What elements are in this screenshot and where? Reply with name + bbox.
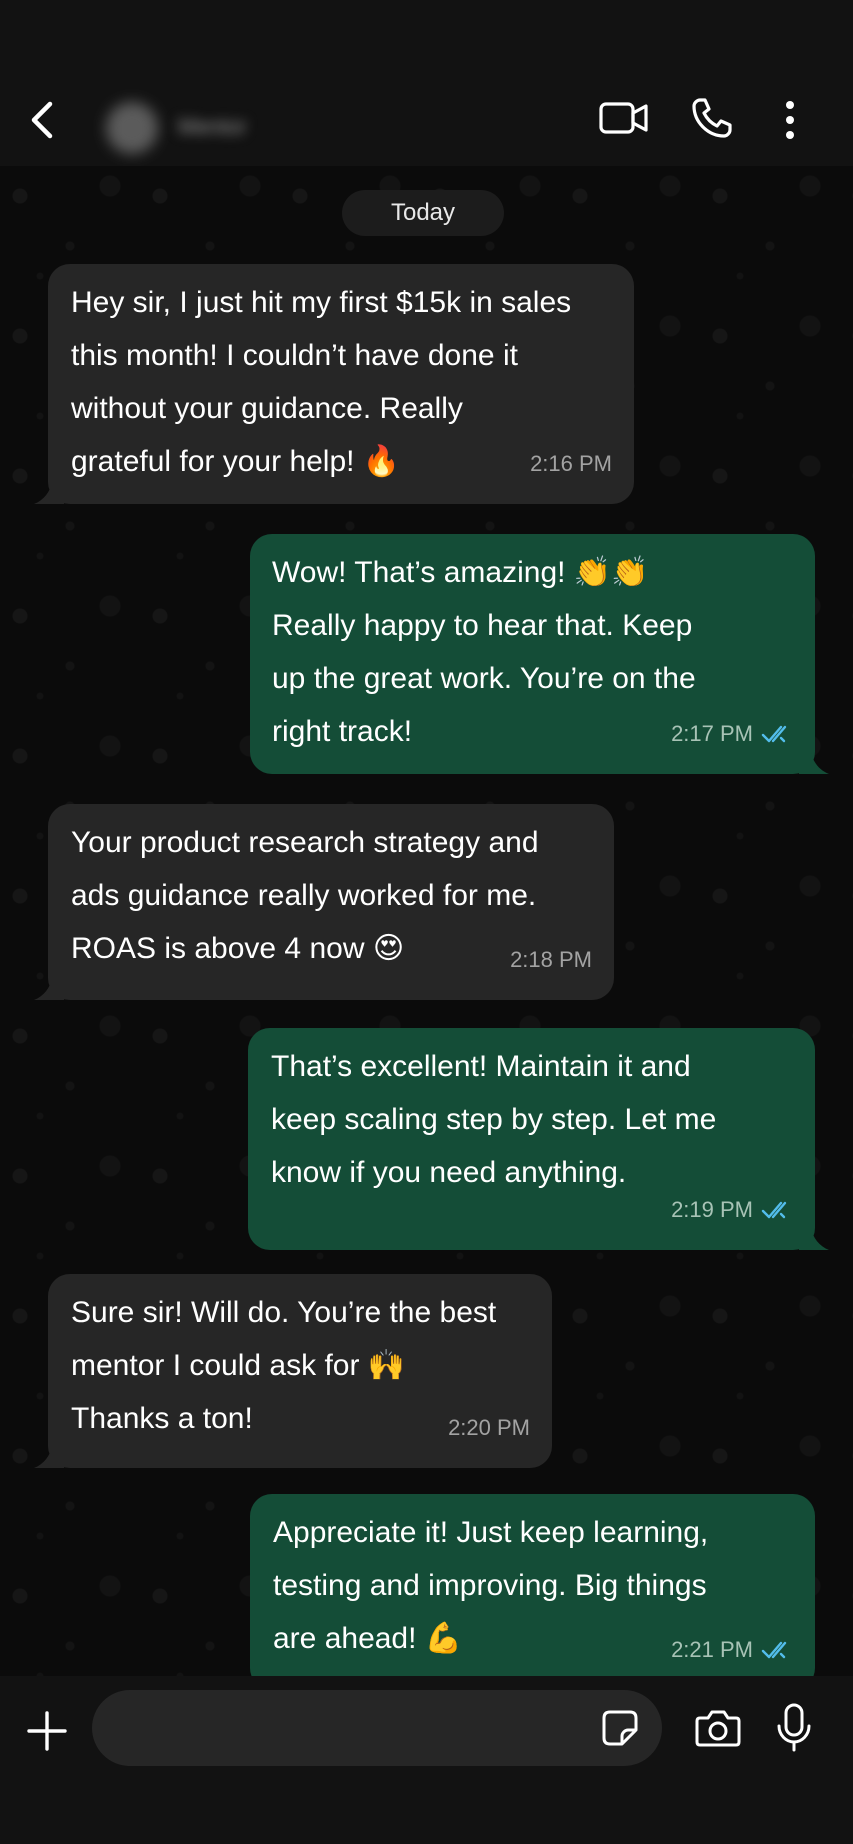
bubble-tail xyxy=(799,752,829,774)
video-camera-icon xyxy=(599,102,648,134)
message-bubble-incoming[interactable]: Sure sir! Will do. You’re the best mento… xyxy=(34,1274,552,1468)
chevron-left-icon xyxy=(31,101,53,139)
date-separator: Today xyxy=(342,190,504,236)
microphone-icon xyxy=(777,1703,811,1752)
raising-hands-emoji: 🙌 xyxy=(367,1348,406,1383)
bubble-tail xyxy=(799,1668,814,1676)
message-text: That’s excellent! Maintain it and keep s… xyxy=(271,1050,717,1189)
message-time: 2:20 PM xyxy=(448,1415,530,1440)
message-text-line: Wow! That’s amazing! xyxy=(272,556,574,589)
message-meta: 2:17 PM xyxy=(671,707,793,760)
message-meta: 2:21 PM xyxy=(671,1623,793,1676)
chat-header: Mentor xyxy=(0,0,853,166)
camera-icon xyxy=(695,1710,741,1747)
message-text: Hey sir, I just hit my first $15k in sal… xyxy=(71,286,572,478)
message-meta: 2:20 PM xyxy=(448,1401,530,1454)
more-vertical-icon xyxy=(786,101,794,139)
sticker-button[interactable] xyxy=(600,1708,640,1748)
message-text-line: Appreciate it! Just keep learning, xyxy=(273,1516,709,1549)
message-bubble-incoming[interactable]: Your product research strategy and ads g… xyxy=(34,804,614,1000)
message-bubble-outgoing[interactable]: Wow! That’s amazing! 👏👏 Really happy to … xyxy=(250,534,829,774)
bubble-tail xyxy=(34,482,64,504)
bubble-tail xyxy=(34,978,64,1000)
message-composer xyxy=(0,1676,853,1844)
message-bubble-outgoing[interactable]: Appreciate it! Just keep learning, testi… xyxy=(250,1494,815,1676)
read-receipt-icon xyxy=(761,1201,787,1218)
message-bubble-outgoing[interactable]: That’s excellent! Maintain it and keep s… xyxy=(248,1028,829,1250)
message-meta: 2:16 PM xyxy=(530,437,612,490)
clapping-hands-emoji: 👏👏 xyxy=(573,555,649,590)
heart-eyes-emoji: 😍 xyxy=(372,931,405,966)
voice-message-button[interactable] xyxy=(774,1702,814,1754)
bubble-tail xyxy=(34,1446,64,1468)
message-meta: 2:19 PM xyxy=(671,1183,793,1236)
contact-info[interactable]: Mentor xyxy=(100,96,320,156)
message-bubble-incoming[interactable]: Hey sir, I just hit my first $15k in sal… xyxy=(34,264,634,504)
message-text-line: mentor I could ask for xyxy=(71,1349,360,1382)
voice-call-button[interactable] xyxy=(688,94,736,142)
phone-icon xyxy=(692,98,732,138)
back-button[interactable] xyxy=(26,96,62,144)
read-receipt-icon xyxy=(761,725,787,742)
more-options-button[interactable] xyxy=(776,96,804,144)
message-text-rest: Really happy to hear that. Keep up the gr… xyxy=(272,609,696,748)
message-text-line: testing and improving. Big things xyxy=(273,1569,707,1602)
attach-button[interactable] xyxy=(24,1708,70,1754)
avatar[interactable] xyxy=(106,102,158,154)
message-text-line: Thanks a ton! xyxy=(71,1402,253,1435)
message-time: 2:19 PM xyxy=(671,1197,753,1222)
message-time: 2:17 PM xyxy=(671,721,753,746)
message-text: Your product research strategy and ads g… xyxy=(71,826,539,965)
message-time: 2:18 PM xyxy=(510,947,592,972)
fire-emoji: 🔥 xyxy=(362,444,401,479)
message-time: 2:21 PM xyxy=(671,1637,753,1662)
message-input[interactable] xyxy=(92,1690,662,1766)
plus-icon xyxy=(27,1711,67,1751)
message-text-line: Sure sir! Will do. You’re the best xyxy=(71,1296,497,1329)
video-call-button[interactable] xyxy=(598,98,650,138)
flexed-biceps-emoji: 💪 xyxy=(424,1621,463,1656)
sticker-icon xyxy=(602,1710,638,1746)
read-receipt-icon xyxy=(761,1641,787,1658)
camera-button[interactable] xyxy=(694,1706,742,1750)
message-time: 2:16 PM xyxy=(530,451,612,476)
message-meta: 2:18 PM xyxy=(510,933,592,986)
chat-area[interactable]: Today Hey sir, I just hit my first $15k … xyxy=(0,166,853,1676)
message-text-line: are ahead! xyxy=(273,1622,417,1655)
bubble-tail xyxy=(799,1228,829,1250)
contact-name: Mentor xyxy=(178,114,247,139)
